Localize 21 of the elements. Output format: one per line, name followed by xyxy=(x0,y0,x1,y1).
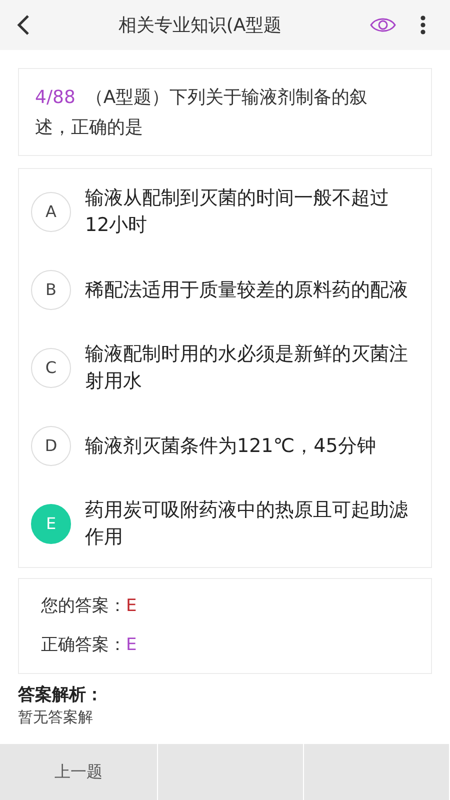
answer-value: E xyxy=(126,596,137,616)
page-title: 相关专业知识(A型题 xyxy=(118,14,282,36)
option-text[interactable]: 稀配法适用于质量较差的原料药的配液 xyxy=(85,276,408,304)
option-letter[interactable]: B xyxy=(31,270,71,310)
previous-button[interactable]: 上一题 xyxy=(0,744,158,800)
answer-label: 您的答案： xyxy=(41,596,126,616)
answer-label: 正确答案： xyxy=(41,634,126,655)
back-icon[interactable] xyxy=(16,14,30,36)
option-text[interactable]: 药用炭可吸附药液中的热原且可起助滤作用 xyxy=(85,497,411,551)
answer-value: E xyxy=(126,634,137,655)
eye-icon[interactable] xyxy=(370,16,396,34)
analysis-text: 暂无答案解 xyxy=(18,707,94,728)
option-letter[interactable]: A xyxy=(31,192,71,232)
option-text[interactable]: 输液从配制到灭菌的时间一般不超过12小时 xyxy=(85,185,411,239)
option-letter[interactable]: C xyxy=(31,348,71,388)
question-text: 4/88 （A型题）下列关于输液剂制备的叙述，正确的是 xyxy=(35,86,369,140)
analysis-heading: 答案解析： xyxy=(18,684,104,706)
option-text[interactable]: 输液剂灭菌条件为121℃，45分钟 xyxy=(85,432,376,460)
more-icon[interactable] xyxy=(420,15,426,35)
option-letter[interactable]: D xyxy=(31,426,71,466)
option-text[interactable]: 输液配制时用的水必须是新鲜的灭菌注射用水 xyxy=(85,341,411,395)
